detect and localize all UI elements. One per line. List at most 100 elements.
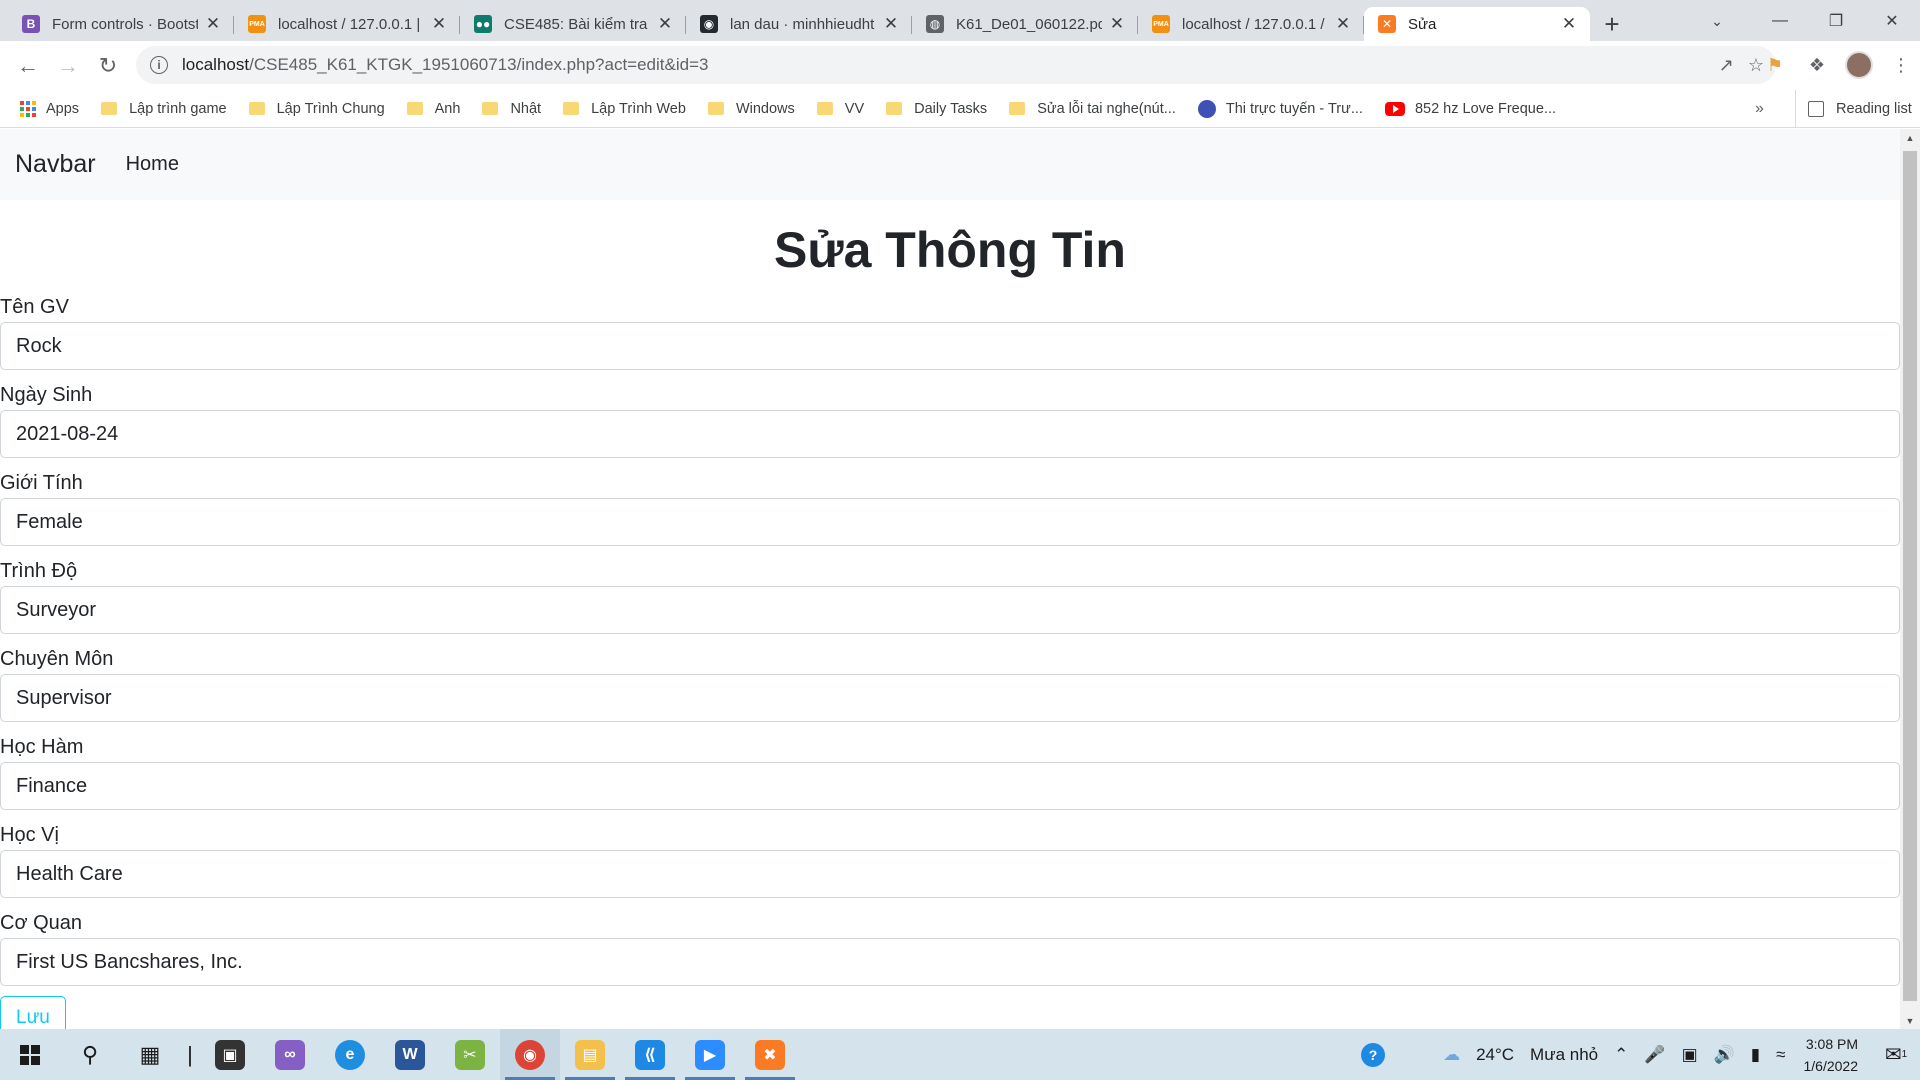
bookmark-item[interactable]: Lập trình game	[101, 101, 227, 117]
window-controls: — ❐ ✕	[1752, 0, 1920, 41]
extension-pin-icon[interactable]: ⚑	[1760, 50, 1790, 80]
tab-close-icon[interactable]: ✕	[1108, 14, 1126, 34]
file-explorer-icon[interactable]: ▤	[560, 1029, 620, 1080]
weather-icon[interactable]: ☁	[1443, 1045, 1460, 1065]
system-tray: ? ☁ 24°C Mưa nhỏ ⌃ 🎤 ▣ 🔊 ▮ ≈ 3:08 PM 1/6…	[1353, 1029, 1920, 1080]
bookmark-item[interactable]: Nhật	[482, 101, 541, 117]
bookmark-item[interactable]: 852 hz Love Freque...	[1384, 101, 1556, 117]
edit-form: Tên GV Ngày Sinh Giới Tính Trình Độ Chuyên M…	[0, 292, 1900, 1029]
wifi-icon[interactable]: ≈	[1776, 1045, 1785, 1065]
site-info-icon[interactable]: i	[150, 56, 168, 74]
profile-avatar[interactable]	[1844, 50, 1874, 80]
minimize-icon[interactable]: —	[1752, 0, 1808, 41]
youtube-icon	[1384, 101, 1405, 116]
browser-tab[interactable]: B Form controls · Bootstrap ✕	[8, 7, 234, 41]
weather-temp[interactable]: 24°C	[1476, 1045, 1514, 1065]
bookmark-item[interactable]: Thi trực tuyến - Trư...	[1197, 99, 1363, 118]
nav-link-home[interactable]: Home	[126, 153, 179, 176]
field-label: Cơ Quan	[0, 912, 83, 934]
browser-menu-icon[interactable]: ⋮	[1886, 50, 1916, 80]
restore-icon[interactable]: ❐	[1808, 0, 1864, 41]
tab-close-icon[interactable]: ✕	[430, 14, 448, 34]
battery-icon[interactable]: ▮	[1751, 1045, 1760, 1065]
reload-icon[interactable]: ↻	[88, 46, 128, 86]
bookmark-item[interactable]: Anh	[406, 101, 460, 117]
vscode-icon[interactable]: ⟪	[620, 1029, 680, 1080]
field-label: Học Hàm	[0, 736, 84, 758]
microphone-icon[interactable]: 🎤	[1644, 1045, 1665, 1065]
windows-start-icon[interactable]	[0, 1029, 60, 1080]
form-input[interactable]	[0, 938, 1900, 986]
bookmark-item[interactable]: Daily Tasks	[886, 101, 987, 117]
bookmark-item[interactable]: VV	[816, 101, 864, 117]
task-view-icon[interactable]: ▦	[120, 1029, 180, 1080]
back-icon[interactable]: ←	[8, 46, 48, 86]
search-icon[interactable]: ⚲	[60, 1029, 120, 1080]
save-button[interactable]: Lưu	[0, 996, 66, 1029]
form-input[interactable]	[0, 674, 1900, 722]
chevron-up-icon[interactable]: ⌃	[1614, 1045, 1628, 1065]
notification-center-icon[interactable]: ✉ 1	[1872, 1029, 1920, 1080]
zoom-icon[interactable]: ▶	[680, 1029, 740, 1080]
scroll-up-icon[interactable]: ▲	[1900, 129, 1920, 146]
tab-close-icon[interactable]: ✕	[882, 14, 900, 34]
weather-text[interactable]: Mưa nhỏ	[1530, 1045, 1598, 1065]
reading-list-button[interactable]: Reading list	[1795, 90, 1912, 128]
browser-tab[interactable]: PMA localhost / 127.0.0.1 | phpMyAdmin ✕	[234, 7, 460, 41]
scroll-down-icon[interactable]: ▼	[1900, 1012, 1920, 1029]
folder-icon	[1009, 102, 1026, 115]
field-label: Trình Độ	[0, 560, 78, 582]
bookmark-label: Lập Trình Chung	[276, 100, 385, 117]
store-icon[interactable]: ▣	[200, 1029, 260, 1080]
form-input[interactable]	[0, 762, 1900, 810]
extensions-area: ⚑ ❖ ⋮	[1760, 46, 1916, 84]
edge-icon[interactable]: e	[320, 1029, 380, 1080]
bookmark-item[interactable]: Apps	[20, 100, 79, 117]
clock[interactable]: 3:08 PM 1/6/2022	[1804, 1033, 1859, 1077]
extensions-puzzle-icon[interactable]: ❖	[1802, 50, 1832, 80]
meet-now-icon[interactable]: ▣	[1682, 1045, 1698, 1065]
form-input[interactable]	[0, 498, 1900, 546]
browser-tab[interactable]: ◍ K61_De01_060122.pdf ✕	[912, 7, 1138, 41]
form-input[interactable]	[0, 850, 1900, 898]
bookmark-item[interactable]: Sửa lỗi tai nghe(nút...	[1009, 101, 1176, 117]
address-bar[interactable]: i localhost/CSE485_K61_KTGK_1951060713/i…	[136, 46, 1776, 84]
word-icon[interactable]: W	[380, 1029, 440, 1080]
snipping-tool-icon[interactable]: ✂	[440, 1029, 500, 1080]
new-tab-button[interactable]: +	[1590, 7, 1634, 41]
scrollbar-thumb[interactable]	[1903, 151, 1917, 1001]
volume-icon[interactable]: 🔊	[1714, 1045, 1735, 1065]
tab-list: B Form controls · Bootstrap ✕ PMA localhost …	[0, 0, 1590, 41]
tab-favicon-icon: PMA	[1152, 15, 1170, 33]
bookmark-item[interactable]: Windows	[707, 101, 795, 117]
browser-tab[interactable]: PMA localhost / 127.0.0.1 / phpMyAdmin ✕	[1138, 7, 1364, 41]
share-icon[interactable]: ↗	[1719, 55, 1734, 76]
form-input[interactable]	[0, 322, 1900, 370]
browser-tab[interactable]: ✕ Sửa ✕	[1364, 7, 1590, 41]
help-icon[interactable]: ?	[1361, 1042, 1386, 1067]
navbar-brand[interactable]: Navbar	[15, 150, 96, 179]
field-label: Giới Tính	[0, 472, 83, 494]
forward-icon[interactable]: →	[48, 46, 88, 86]
bookmark-item[interactable]: Lập Trình Web	[563, 101, 686, 117]
form-input[interactable]	[0, 586, 1900, 634]
xampp-icon[interactable]: ✖	[740, 1029, 800, 1080]
tab-close-icon[interactable]: ✕	[1560, 14, 1578, 34]
tab-close-icon[interactable]: ✕	[1334, 14, 1352, 34]
folder-icon	[248, 102, 265, 115]
chrome-icon[interactable]: ◉	[500, 1029, 560, 1080]
tab-close-icon[interactable]: ✕	[204, 14, 222, 34]
form-input[interactable]	[0, 410, 1900, 458]
visual-studio-icon[interactable]: ∞	[260, 1029, 320, 1080]
close-window-icon[interactable]: ✕	[1864, 0, 1920, 41]
tab-search-icon[interactable]: ⌄	[1700, 4, 1734, 38]
browser-tab[interactable]: ●● CSE485: Bài kiểm tra số ✕	[460, 7, 686, 41]
bookmark-item[interactable]: Lập Trình Chung	[248, 100, 385, 117]
browser-tab[interactable]: ◉ lan dau · minhhieudht ✕	[686, 7, 912, 41]
folder-icon	[816, 102, 833, 115]
tab-close-icon[interactable]: ✕	[656, 14, 674, 34]
clock-date: 1/6/2022	[1803, 1057, 1859, 1074]
bookmarks-overflow-icon[interactable]: »	[1755, 90, 1764, 128]
bookmarks-bar: Apps Lập trình game Lập Trình Chung Anh Nhật…	[0, 90, 1920, 128]
page-scrollbar[interactable]: ▲ ▼	[1900, 129, 1920, 1029]
